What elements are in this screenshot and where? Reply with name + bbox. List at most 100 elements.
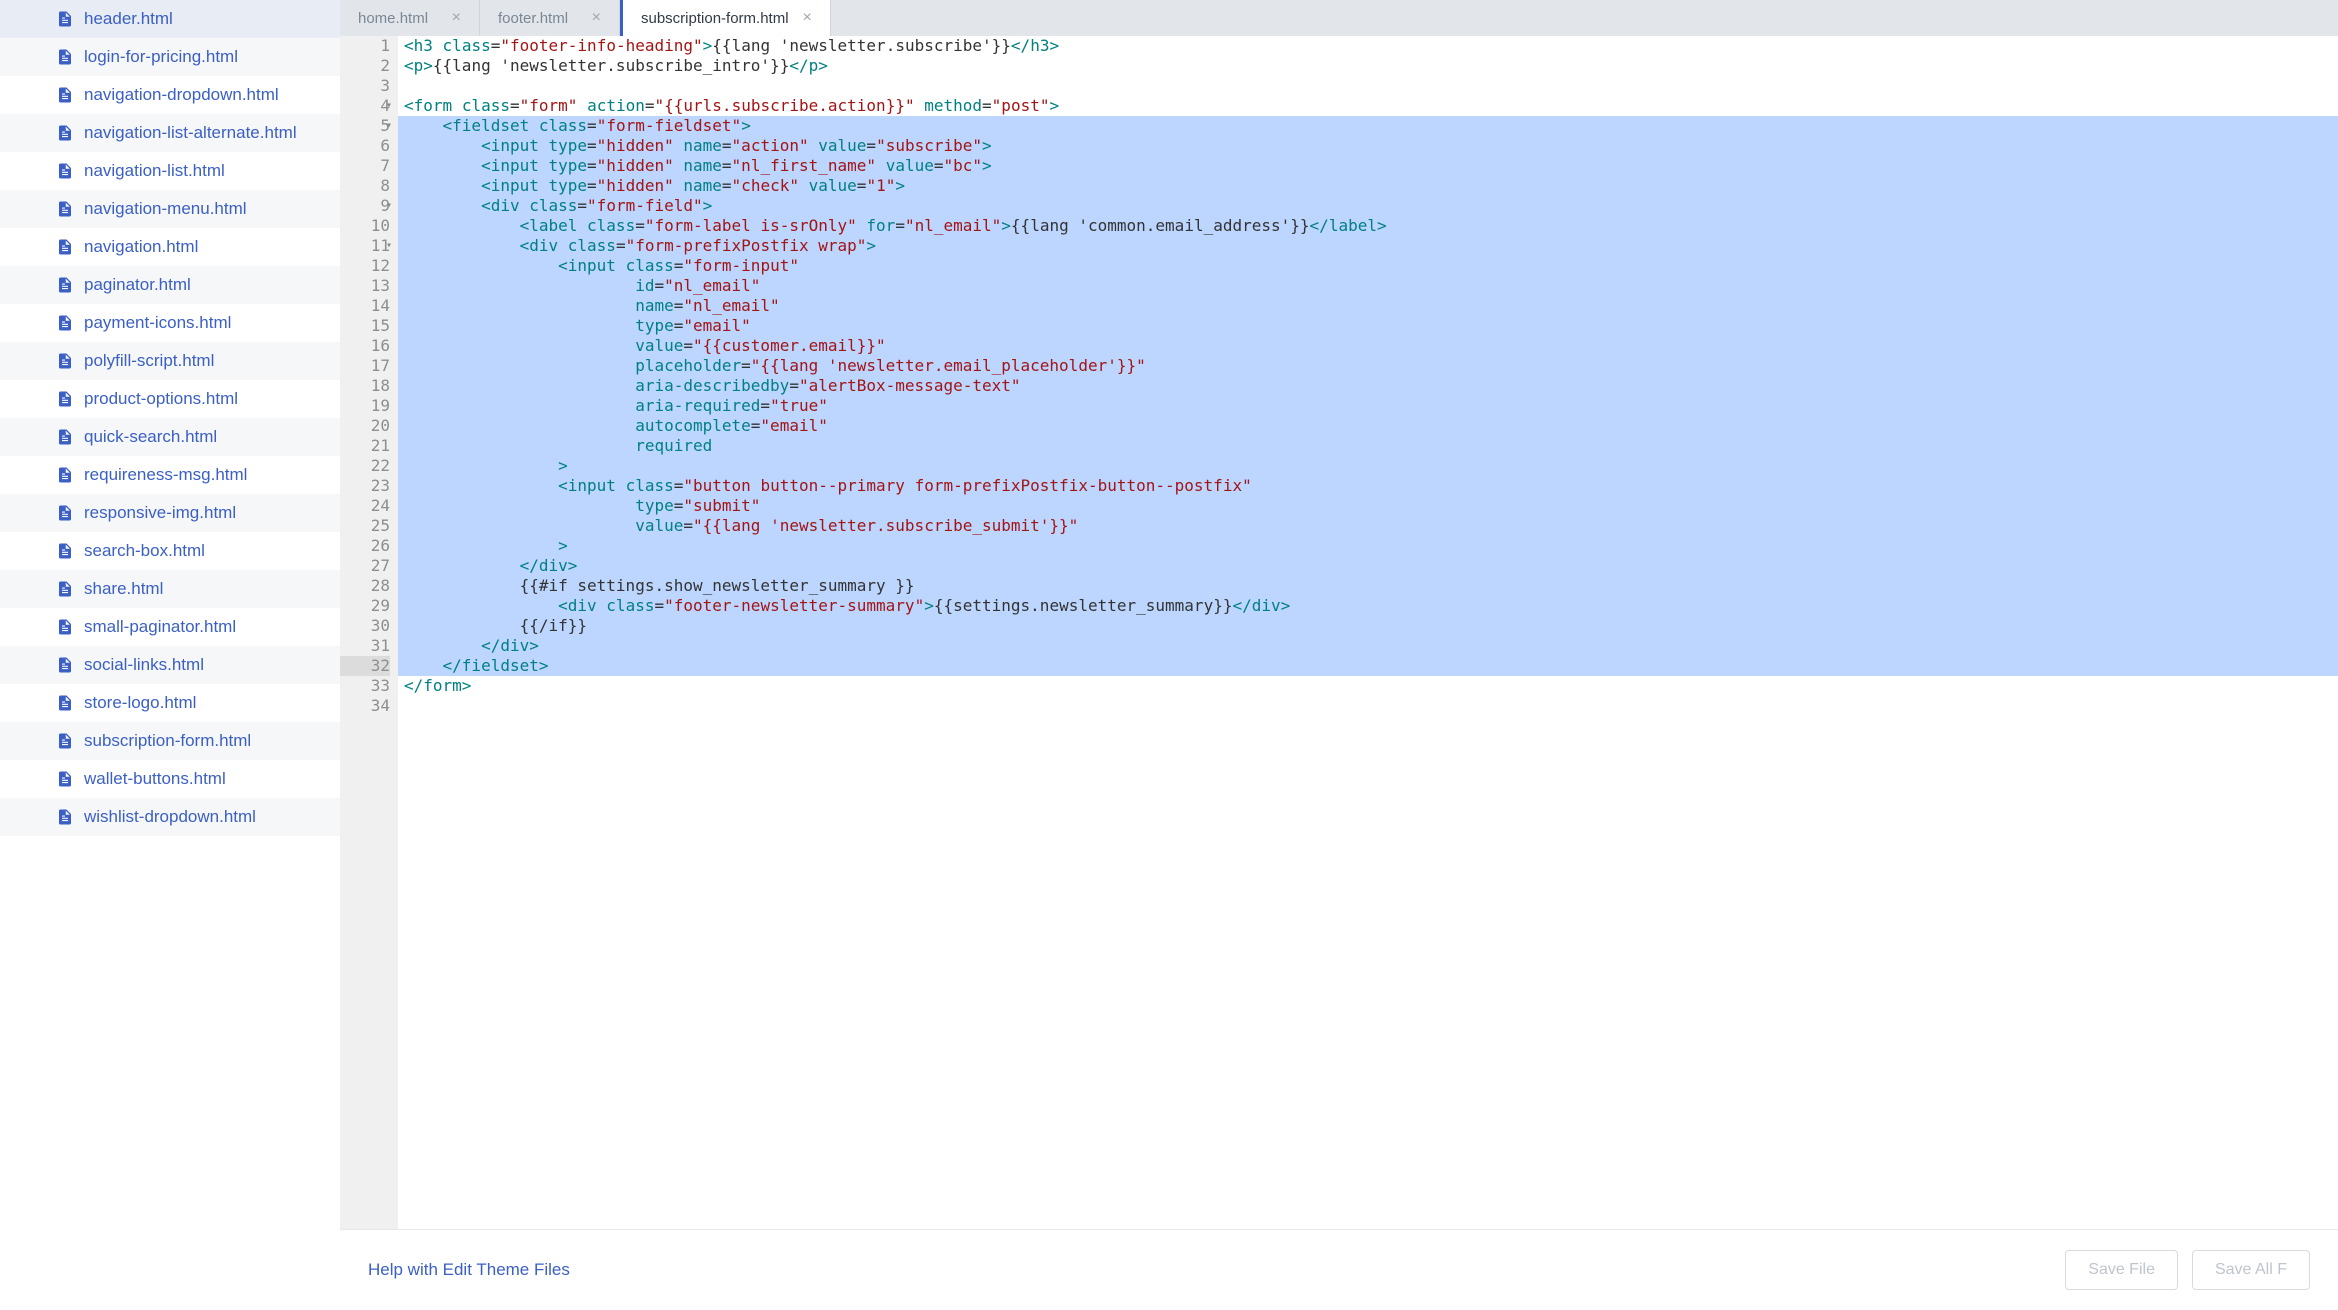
fold-toggle-icon[interactable]: ▾ [386, 196, 392, 216]
file-icon [56, 428, 74, 446]
file-item[interactable]: requireness-msg.html [0, 456, 340, 494]
file-item[interactable]: navigation-list-alternate.html [0, 114, 340, 152]
line-number: 33 [340, 676, 390, 696]
code-line[interactable]: <input type="hidden" name="action" value… [398, 136, 2338, 156]
code-line[interactable]: {{#if settings.show_newsletter_summary }… [398, 576, 2338, 596]
file-item[interactable]: small-paginator.html [0, 608, 340, 646]
file-item[interactable]: search-box.html [0, 532, 340, 570]
line-number: 15 [340, 316, 390, 336]
fold-toggle-icon[interactable]: ▾ [386, 96, 392, 116]
file-item[interactable]: paginator.html [0, 266, 340, 304]
file-item[interactable]: social-links.html [0, 646, 340, 684]
code-area[interactable]: <h3 class="footer-info-heading">{{lang '… [398, 36, 2338, 1229]
code-line[interactable]: <div class="footer-newsletter-summary">{… [398, 596, 2338, 616]
code-line[interactable]: <p>{{lang 'newsletter.subscribe_intro'}}… [398, 56, 2338, 76]
code-line[interactable]: <label class="form-label is-srOnly" for=… [398, 216, 2338, 236]
file-item[interactable]: header.html [0, 0, 340, 38]
file-item[interactable]: navigation-list.html [0, 152, 340, 190]
file-item-label: navigation-list.html [84, 161, 225, 181]
code-line[interactable]: </div> [398, 556, 2338, 576]
file-item-label: wishlist-dropdown.html [84, 807, 256, 827]
file-item[interactable]: subscription-form.html [0, 722, 340, 760]
editor-tab[interactable]: footer.html× [480, 0, 620, 36]
editor-tab[interactable]: subscription-form.html× [620, 0, 831, 36]
code-line[interactable]: </fieldset> [398, 656, 2338, 676]
file-item[interactable]: share.html [0, 570, 340, 608]
line-number: 27 [340, 556, 390, 576]
code-editor[interactable]: 1234▾5▾6789▾1011▾12131415161718192021222… [340, 36, 2338, 1229]
code-line[interactable]: <h3 class="footer-info-heading">{{lang '… [398, 36, 2338, 56]
file-item-label: store-logo.html [84, 693, 196, 713]
code-line[interactable]: <input class="form-input" [398, 256, 2338, 276]
save-file-button[interactable]: Save File [2065, 1250, 2178, 1290]
code-line[interactable]: <fieldset class="form-fieldset"> [398, 116, 2338, 136]
file-icon [56, 238, 74, 256]
file-icon [56, 390, 74, 408]
code-line[interactable]: value="{{customer.email}}" [398, 336, 2338, 356]
line-number: 32 [340, 656, 390, 676]
file-item[interactable]: quick-search.html [0, 418, 340, 456]
line-number-gutter: 1234▾5▾6789▾1011▾12131415161718192021222… [340, 36, 398, 1229]
file-item[interactable]: payment-icons.html [0, 304, 340, 342]
file-item[interactable]: polyfill-script.html [0, 342, 340, 380]
code-line[interactable]: type="submit" [398, 496, 2338, 516]
editor-tab[interactable]: home.html× [340, 0, 480, 36]
file-item[interactable]: navigation.html [0, 228, 340, 266]
file-item-label: small-paginator.html [84, 617, 236, 637]
code-line[interactable]: aria-required="true" [398, 396, 2338, 416]
file-item-label: payment-icons.html [84, 313, 231, 333]
code-line[interactable]: aria-describedby="alertBox-message-text" [398, 376, 2338, 396]
code-line[interactable]: <div class="form-prefixPostfix wrap"> [398, 236, 2338, 256]
file-item[interactable]: navigation-menu.html [0, 190, 340, 228]
code-line[interactable]: value="{{lang 'newsletter.subscribe_subm… [398, 516, 2338, 536]
file-item-label: social-links.html [84, 655, 204, 675]
file-item[interactable]: navigation-dropdown.html [0, 76, 340, 114]
file-icon [56, 618, 74, 636]
close-icon[interactable]: × [803, 10, 812, 26]
file-tree-sidebar[interactable]: header.htmllogin-for-pricing.htmlnavigat… [0, 0, 340, 1310]
file-icon [56, 770, 74, 788]
fold-toggle-icon[interactable]: ▾ [386, 116, 392, 136]
close-icon[interactable]: × [592, 10, 601, 26]
file-icon [56, 466, 74, 484]
code-line[interactable]: <div class="form-field"> [398, 196, 2338, 216]
file-item[interactable]: store-logo.html [0, 684, 340, 722]
close-icon[interactable]: × [452, 10, 461, 26]
file-item[interactable]: product-options.html [0, 380, 340, 418]
code-line[interactable]: autocomplete="email" [398, 416, 2338, 436]
file-item[interactable]: login-for-pricing.html [0, 38, 340, 76]
file-item-label: navigation-menu.html [84, 199, 247, 219]
code-line[interactable]: name="nl_email" [398, 296, 2338, 316]
file-icon [56, 732, 74, 750]
code-line[interactable]: <form class="form" action="{{urls.subscr… [398, 96, 2338, 116]
code-line[interactable]: id="nl_email" [398, 276, 2338, 296]
code-line[interactable] [398, 76, 2338, 96]
code-line[interactable]: {{/if}} [398, 616, 2338, 636]
line-number: 31 [340, 636, 390, 656]
line-number: 17 [340, 356, 390, 376]
file-item-label: share.html [84, 579, 163, 599]
code-line[interactable]: > [398, 536, 2338, 556]
file-item-label: quick-search.html [84, 427, 217, 447]
code-line[interactable]: </form> [398, 676, 2338, 696]
file-icon [56, 504, 74, 522]
line-number: 30 [340, 616, 390, 636]
line-number: 9▾ [340, 196, 390, 216]
file-item[interactable]: responsive-img.html [0, 494, 340, 532]
file-item[interactable]: wishlist-dropdown.html [0, 798, 340, 836]
code-line[interactable]: placeholder="{{lang 'newsletter.email_pl… [398, 356, 2338, 376]
code-line[interactable] [398, 696, 2338, 716]
code-line[interactable]: required [398, 436, 2338, 456]
code-line[interactable]: > [398, 456, 2338, 476]
code-line[interactable]: type="email" [398, 316, 2338, 336]
fold-toggle-icon[interactable]: ▾ [386, 236, 392, 256]
code-line[interactable]: <input type="hidden" name="nl_first_name… [398, 156, 2338, 176]
file-item[interactable]: wallet-buttons.html [0, 760, 340, 798]
file-icon [56, 352, 74, 370]
save-all-button[interactable]: Save All F [2192, 1250, 2310, 1290]
code-line[interactable]: <input type="hidden" name="check" value=… [398, 176, 2338, 196]
help-link[interactable]: Help with Edit Theme Files [368, 1260, 570, 1280]
line-number: 21 [340, 436, 390, 456]
code-line[interactable]: <input class="button button--primary for… [398, 476, 2338, 496]
code-line[interactable]: </div> [398, 636, 2338, 656]
